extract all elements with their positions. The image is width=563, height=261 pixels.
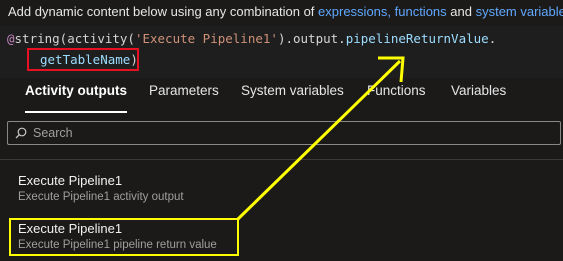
system-variables-link[interactable]: system variables bbox=[476, 4, 563, 19]
yellow-highlight-box bbox=[9, 218, 239, 256]
header-connector: and bbox=[446, 4, 476, 19]
tab-system-variables[interactable]: System variables bbox=[241, 81, 344, 117]
list-item-description: Execute Pipeline1 activity output bbox=[18, 191, 184, 203]
red-highlight-box bbox=[27, 48, 139, 71]
search-icon bbox=[15, 127, 27, 139]
search-placeholder: Search bbox=[33, 126, 73, 140]
expression-pipeline-return-value: pipelineReturnValue bbox=[345, 31, 489, 46]
list-item-title: Execute Pipeline1 bbox=[18, 173, 123, 188]
tab-bar: Activity outputs Parameters System varia… bbox=[0, 78, 563, 114]
tab-variables[interactable]: Variables bbox=[451, 81, 506, 117]
expressions-functions-link[interactable]: expressions, functions bbox=[318, 4, 447, 19]
tab-parameters[interactable]: Parameters bbox=[149, 81, 219, 117]
header-text: Add dynamic content below using any comb… bbox=[8, 4, 563, 19]
list-item-activity-output[interactable]: Execute Pipeline1 Execute Pipeline1 acti… bbox=[0, 173, 563, 213]
expression-output-accessor: ).output. bbox=[277, 31, 346, 46]
header-bar: Add dynamic content below using any comb… bbox=[0, 0, 563, 26]
header-prefix: Add dynamic content below using any comb… bbox=[8, 4, 319, 19]
tab-activity-outputs[interactable]: Activity outputs bbox=[25, 81, 128, 117]
expression-line-1: @string(activity('Execute Pipeline1').ou… bbox=[7, 29, 496, 49]
expression-function-call: string(activity( bbox=[14, 31, 135, 46]
search-input[interactable]: Search bbox=[7, 121, 561, 145]
tab-functions[interactable]: Functions bbox=[367, 81, 426, 117]
expression-activity-name: 'Execute Pipeline1' bbox=[134, 31, 278, 46]
expression-at-sign: @ bbox=[7, 31, 15, 46]
divider bbox=[0, 159, 563, 160]
expression-dot: . bbox=[488, 31, 497, 46]
